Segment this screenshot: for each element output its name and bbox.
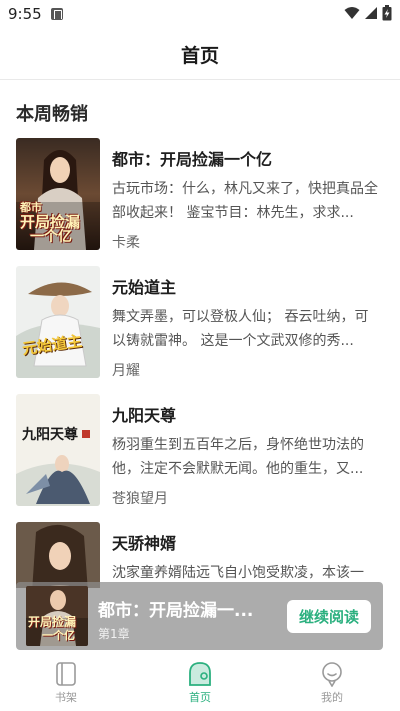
home-icon — [189, 662, 211, 686]
book-description: 古玩市场：什么，林凡又来了，快把真品全部收起来！ 鉴宝节目：林先生，求求... — [112, 181, 378, 221]
continue-reading-button[interactable]: 继续阅读 — [287, 600, 371, 633]
book-author: 苍狼望月 — [112, 491, 168, 507]
nav-item-home[interactable]: 首页 — [160, 659, 240, 709]
book-cover[interactable] — [16, 522, 100, 588]
nav-label: 我的 — [321, 691, 343, 704]
cover-text: 开局捡漏 — [28, 615, 77, 629]
status-bar: 9:55 — [0, 0, 400, 28]
nav-item-profile[interactable]: 我的 — [292, 659, 372, 709]
bookshelf-icon — [56, 662, 76, 686]
book-cover[interactable]: 元始道主 — [16, 266, 100, 378]
book-author: 卡柔 — [112, 235, 140, 251]
continue-reading-bar[interactable]: 开局捡漏 一个亿 都市：开局捡漏一... 第1章 继续阅读 — [16, 582, 383, 650]
cover-text: 开局捡漏 — [20, 213, 81, 231]
top-bar: 首页 — [0, 28, 400, 80]
cover-text: 一个亿 — [42, 629, 75, 642]
bottom-nav: 书架 首页 我的 — [0, 655, 400, 711]
continue-book-cover[interactable]: 开局捡漏 一个亿 — [26, 586, 88, 646]
book-title[interactable]: 元始道主 — [112, 274, 176, 298]
section-title: 本周畅销 — [16, 104, 88, 125]
cover-text: 一个亿 — [30, 229, 72, 245]
cover-text: 九阳天尊 — [22, 427, 78, 443]
signal-icon — [365, 7, 377, 19]
nav-item-bookshelf[interactable]: 书架 — [26, 659, 106, 709]
status-icons — [344, 5, 392, 21]
page-title: 首页 — [180, 45, 219, 67]
book-item[interactable]: 都市 开局捡漏 一个亿 都市：开局捡漏一个亿 古玩市场：什么，林凡又来了，快把真… — [0, 138, 400, 254]
book-title[interactable]: 都市：开局捡漏一个亿 — [112, 146, 272, 170]
nav-label: 书架 — [55, 691, 77, 704]
continue-chapter: 第1章 — [98, 627, 130, 641]
book-list: 都市 开局捡漏 一个亿 都市：开局捡漏一个亿 古玩市场：什么，林凡又来了，快把真… — [0, 138, 400, 588]
continue-book-title: 都市：开局捡漏一... — [98, 601, 254, 621]
nav-label: 首页 — [189, 691, 211, 704]
book-title[interactable]: 天骄神婿 — [112, 530, 176, 554]
status-time: 9:55 — [8, 5, 42, 23]
book-item[interactable]: 天骄神婿 沈家童养婿陆远飞自小饱受欺凌，本该一 — [0, 522, 400, 588]
profile-icon — [322, 662, 342, 687]
book-cover[interactable]: 九阳天尊 — [16, 394, 100, 506]
battery-charging-icon — [382, 5, 392, 21]
book-item[interactable]: 元始道主 元始道主 舞文弄墨，可以登极人仙； 吞云吐纳，可以铸就雷神。 这是一个… — [0, 266, 400, 382]
book-title[interactable]: 九阳天尊 — [112, 402, 176, 426]
book-cover[interactable]: 都市 开局捡漏 一个亿 — [16, 138, 100, 250]
wifi-icon — [344, 7, 360, 19]
book-description: 杨羽重生到五百年之后，身怀绝世功法的他，注定不会默默无闻。他的重生，又... — [112, 437, 364, 477]
notification-a-icon — [51, 8, 63, 20]
book-item[interactable]: 九阳天尊 九阳天尊 杨羽重生到五百年之后，身怀绝世功法的他，注定不会默默无闻。他… — [0, 394, 400, 510]
book-description: 舞文弄墨，可以登极人仙； 吞云吐纳，可以铸就雷神。 这是一个文武双修的秀... — [112, 309, 369, 349]
book-author: 月耀 — [112, 363, 140, 379]
